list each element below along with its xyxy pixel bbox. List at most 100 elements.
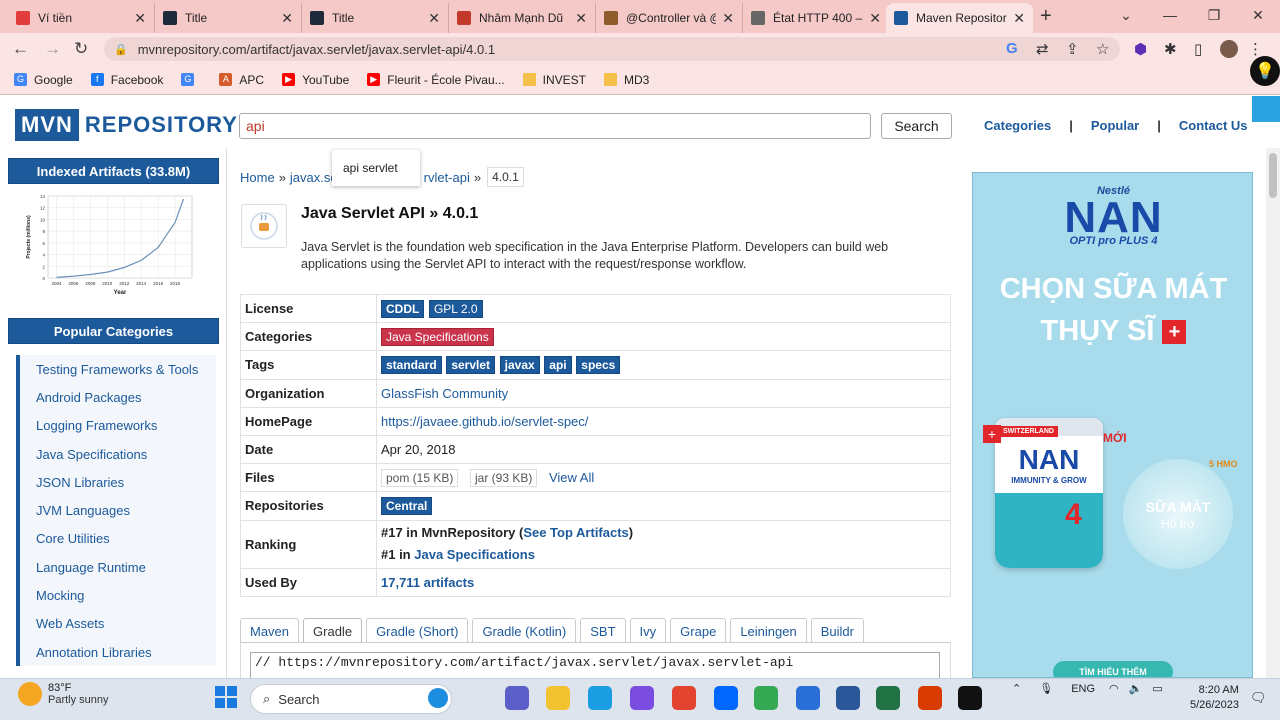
tab-search-icon[interactable]: ⌄ [1104, 0, 1148, 33]
build-tab[interactable]: Ivy [629, 618, 667, 643]
build-tab[interactable]: Leiningen [730, 618, 807, 643]
build-tab[interactable]: Gradle (Kotlin) [472, 618, 577, 643]
close-window-icon[interactable]: ✕ [1236, 0, 1280, 33]
messenger-icon[interactable] [630, 686, 654, 710]
notes-icon[interactable] [796, 686, 820, 710]
teams-icon[interactable] [505, 686, 529, 710]
sidebar-category-item[interactable]: Annotation Libraries [16, 637, 216, 667]
page-scrollbar[interactable] [1266, 148, 1280, 678]
weather-widget[interactable]: 83°F Partly sunny [18, 682, 109, 706]
bookmark-item[interactable]: f Facebook [90, 73, 163, 87]
chrome-active-icon[interactable] [754, 686, 778, 710]
sidebar-category-item[interactable]: Web Assets [16, 609, 216, 638]
build-tab[interactable]: Gradle (Short) [366, 618, 469, 643]
bookmark-item[interactable]: ▶ Fleurit - École Pivau... [367, 73, 505, 87]
browser-tab[interactable]: Maven Repositor ✕ [886, 3, 1033, 33]
forward-icon[interactable]: → [44, 39, 61, 59]
bookmark-star-icon[interactable]: ☆ [1096, 40, 1109, 58]
close-tab-icon[interactable]: ✕ [869, 10, 881, 27]
sidebar-category-item[interactable]: Language Runtime [16, 553, 216, 582]
breadcrumb-group[interactable]: javax.se [290, 170, 338, 185]
restore-icon[interactable]: ❐ [1192, 0, 1236, 33]
side-panel-icon[interactable]: ▯ [1194, 40, 1202, 58]
breadcrumb-home[interactable]: Home [240, 170, 275, 185]
sidebar-category-item[interactable]: Core Utilities [16, 524, 216, 554]
sidebar-category-item[interactable]: Testing Frameworks & Tools [16, 355, 216, 384]
browser-tab[interactable]: État HTTP 400 – I ✕ [743, 3, 890, 33]
reload-icon[interactable]: ↻ [74, 39, 88, 59]
notifications-icon[interactable]: 🗨 [1250, 690, 1267, 706]
pom-file-link[interactable]: pom (15 KB) [381, 468, 459, 487]
mvn-logo[interactable]: MVN REPOSITORY [15, 109, 238, 141]
new-tab-button[interactable]: + [1040, 5, 1052, 28]
search-input[interactable] [239, 113, 871, 139]
nav-categories[interactable]: Categories [984, 118, 1051, 133]
extensions-puzzle-icon[interactable]: ✱ [1164, 40, 1177, 58]
advertisement-banner[interactable]: Nestlé NAN OPTI pro PLUS 4 CHỌN SỮA MÁT … [972, 172, 1253, 678]
ranking-category-link[interactable]: Java Specifications [414, 547, 535, 562]
minimize-icon[interactable]: — [1148, 0, 1192, 33]
extension-icon[interactable]: ⬢ [1134, 40, 1147, 58]
homepage-link[interactable]: https://javaee.github.io/servlet-spec/ [381, 414, 588, 429]
tag-badge[interactable]: javax [499, 355, 540, 374]
build-tab[interactable]: SBT [580, 618, 626, 643]
bookmark-item[interactable]: INVEST [522, 73, 586, 87]
bookmark-item[interactable]: ▶ YouTube [282, 73, 349, 87]
search-button[interactable]: Search [881, 113, 952, 139]
close-tab-icon[interactable]: ✕ [134, 10, 146, 27]
license-badge-gpl[interactable]: GPL 2.0 [428, 299, 483, 318]
tag-badge[interactable]: specs [576, 355, 621, 374]
scrollbar-thumb[interactable] [1269, 153, 1277, 198]
close-tab-icon[interactable]: ✕ [428, 10, 440, 27]
search-autocomplete-suggestion[interactable]: api servlet [332, 150, 420, 186]
google-lens-icon[interactable]: G [1006, 40, 1018, 57]
copilot-icon[interactable] [428, 688, 448, 708]
zalo-icon[interactable] [714, 686, 738, 710]
chevron-up-icon[interactable]: ⌃ [1012, 682, 1021, 695]
share-icon[interactable]: ⇪ [1066, 40, 1079, 58]
chrome-icon[interactable] [672, 686, 696, 710]
category-badge[interactable]: Java Specifications [381, 327, 494, 346]
build-tab[interactable]: Buildr [810, 618, 864, 643]
close-tab-icon[interactable]: ✕ [281, 10, 293, 27]
indexed-artifacts-header[interactable]: Indexed Artifacts (33.8M) [8, 158, 219, 184]
battery-icon[interactable]: ▭ [1152, 682, 1162, 695]
wifi-icon[interactable]: ◠ [1109, 682, 1119, 695]
sidebar-category-item[interactable]: Mocking [16, 581, 216, 610]
browser-tab[interactable]: Title ✕ [302, 3, 449, 33]
bookmark-item[interactable]: A APC [219, 73, 264, 87]
jetbrains-icon[interactable] [958, 686, 982, 710]
close-tab-icon[interactable]: ✕ [1013, 10, 1025, 27]
build-tab[interactable]: Gradle [303, 618, 363, 643]
microphone-icon[interactable]: 🎙 [1039, 682, 1053, 695]
sidebar-category-item[interactable]: Android Packages [16, 383, 216, 412]
sidebar-category-item[interactable]: JVM Languages [16, 496, 216, 525]
sidebar-category-item[interactable]: Logging Frameworks [16, 411, 216, 440]
indexed-artifacts-chart[interactable]: 0 2 4 6 8 10 12 14 2004 2006 2008 2010 2012 2014 2016 2… [20, 188, 210, 300]
edge-icon[interactable] [588, 686, 612, 710]
back-icon[interactable]: ← [12, 39, 29, 59]
bookmark-item[interactable]: MD3 [603, 73, 649, 87]
sidebar-category-item[interactable]: JSON Libraries [16, 468, 216, 497]
see-top-artifacts-link[interactable]: See Top Artifacts [523, 525, 628, 540]
close-tab-icon[interactable]: ✕ [575, 10, 587, 27]
bookmark-item[interactable]: G [181, 73, 201, 86]
floating-widget[interactable] [1252, 96, 1280, 122]
lightbulb-widget-icon[interactable]: 💡 [1250, 56, 1280, 86]
profile-avatar[interactable] [1220, 40, 1238, 58]
volume-icon[interactable]: 🔈 [1129, 682, 1143, 695]
nav-popular[interactable]: Popular [1091, 118, 1139, 133]
bookmark-item[interactable]: G Google [14, 73, 73, 87]
jar-file-link[interactable]: jar (93 KB) [469, 468, 538, 487]
tag-badge[interactable]: api [544, 355, 572, 374]
nav-contact-us[interactable]: Contact Us [1179, 118, 1248, 133]
ad-cta-button[interactable]: TÌM HIỂU THÊM [1053, 661, 1173, 677]
tag-badge[interactable]: standard [381, 355, 442, 374]
browser-tab[interactable]: Nhâm Mạnh Dũ ✕ [449, 3, 596, 33]
address-bar[interactable]: 🔒 mvnrepository.com/artifact/javax.servl… [104, 37, 1120, 61]
license-badge-cddl[interactable]: CDDL [381, 299, 425, 318]
sidebar-category-item[interactable]: Java Specifications [16, 439, 216, 469]
repository-badge[interactable]: Central [381, 496, 433, 515]
browser-tab[interactable]: Ví tiền ✕ [8, 3, 155, 33]
lock-icon[interactable]: 🔒 [114, 43, 128, 56]
